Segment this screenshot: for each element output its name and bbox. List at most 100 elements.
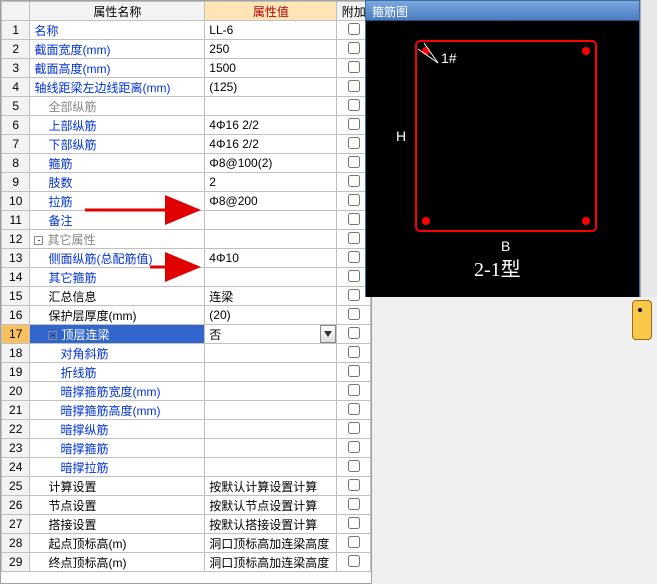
- table-row[interactable]: 7下部纵筋4Φ16 2/2: [2, 135, 371, 154]
- property-name-cell[interactable]: 截面宽度(mm): [30, 40, 205, 59]
- attach-checkbox[interactable]: [348, 555, 360, 567]
- attach-checkbox[interactable]: [348, 384, 360, 396]
- property-value-cell[interactable]: Φ8@100(2): [205, 154, 337, 173]
- table-row[interactable]: 11备注: [2, 211, 371, 230]
- attach-checkbox[interactable]: [348, 194, 360, 206]
- table-row[interactable]: 6上部纵筋4Φ16 2/2: [2, 116, 371, 135]
- property-name-cell[interactable]: 暗撑箍筋: [30, 439, 205, 458]
- table-row[interactable]: 14其它箍筋: [2, 268, 371, 287]
- table-row[interactable]: 4轴线距梁左边线距离(mm)(125): [2, 78, 371, 97]
- table-row[interactable]: 24暗撑拉筋: [2, 458, 371, 477]
- table-row[interactable]: 18对角斜筋: [2, 344, 371, 363]
- property-name-cell[interactable]: 暗撑纵筋: [30, 420, 205, 439]
- property-name-cell[interactable]: 起点顶标高(m): [30, 534, 205, 553]
- property-value-cell[interactable]: 1500: [205, 59, 337, 78]
- property-name-cell[interactable]: 折线筋: [30, 363, 205, 382]
- property-name-cell[interactable]: 其它箍筋: [30, 268, 205, 287]
- attach-checkbox[interactable]: [348, 422, 360, 434]
- table-row[interactable]: 26节点设置按默认节点设置计算: [2, 496, 371, 515]
- attach-checkbox[interactable]: [348, 346, 360, 358]
- property-name-cell[interactable]: 全部纵筋: [30, 97, 205, 116]
- property-name-cell[interactable]: 侧面纵筋(总配筋值): [30, 249, 205, 268]
- table-row[interactable]: 25计算设置按默认计算设置计算: [2, 477, 371, 496]
- property-name-cell[interactable]: -顶层连梁: [30, 325, 205, 344]
- property-value-cell[interactable]: 否: [205, 325, 337, 344]
- table-row[interactable]: 29终点顶标高(m)洞口顶标高加连梁高度: [2, 553, 371, 572]
- property-name-cell[interactable]: 节点设置: [30, 496, 205, 515]
- tree-toggle-icon[interactable]: -: [34, 236, 43, 245]
- property-name-cell[interactable]: 备注: [30, 211, 205, 230]
- property-name-cell[interactable]: 拉筋: [30, 192, 205, 211]
- property-value-cell[interactable]: [205, 420, 337, 439]
- scrollbar-vertical[interactable]: [640, 0, 657, 297]
- table-row[interactable]: 21暗撑箍筋高度(mm): [2, 401, 371, 420]
- property-value-cell[interactable]: 连梁: [205, 287, 337, 306]
- table-row[interactable]: 28起点顶标高(m)洞口顶标高加连梁高度: [2, 534, 371, 553]
- property-value-cell[interactable]: Φ8@200: [205, 192, 337, 211]
- attach-checkbox[interactable]: [348, 270, 360, 282]
- property-value-cell[interactable]: (20): [205, 306, 337, 325]
- property-name-cell[interactable]: 对角斜筋: [30, 344, 205, 363]
- property-value-cell[interactable]: [205, 439, 337, 458]
- property-value-cell[interactable]: [205, 230, 337, 249]
- table-row[interactable]: 19折线筋: [2, 363, 371, 382]
- attach-checkbox[interactable]: [348, 175, 360, 187]
- attach-checkbox[interactable]: [348, 99, 360, 111]
- property-name-cell[interactable]: -其它属性: [30, 230, 205, 249]
- table-row[interactable]: 8箍筋Φ8@100(2): [2, 154, 371, 173]
- attach-checkbox[interactable]: [348, 156, 360, 168]
- property-name-cell[interactable]: 暗撑箍筋宽度(mm): [30, 382, 205, 401]
- property-name-cell[interactable]: 暗撑箍筋高度(mm): [30, 401, 205, 420]
- table-row[interactable]: 23暗撑箍筋: [2, 439, 371, 458]
- property-value-cell[interactable]: 250: [205, 40, 337, 59]
- attach-checkbox[interactable]: [348, 441, 360, 453]
- property-value-cell[interactable]: 4Φ16 2/2: [205, 135, 337, 154]
- attach-checkbox[interactable]: [348, 118, 360, 130]
- attach-checkbox[interactable]: [348, 365, 360, 377]
- property-value-cell[interactable]: 2: [205, 173, 337, 192]
- property-value-cell[interactable]: 按默认搭接设置计算: [205, 515, 337, 534]
- dropdown-button[interactable]: [320, 325, 336, 343]
- attach-checkbox[interactable]: [348, 308, 360, 320]
- attach-checkbox[interactable]: [348, 213, 360, 225]
- property-value-cell[interactable]: 按默认计算设置计算: [205, 477, 337, 496]
- table-row[interactable]: 12-其它属性: [2, 230, 371, 249]
- property-name-cell[interactable]: 箍筋: [30, 154, 205, 173]
- attach-checkbox[interactable]: [348, 23, 360, 35]
- attach-checkbox[interactable]: [348, 479, 360, 491]
- table-row[interactable]: 15汇总信息连梁: [2, 287, 371, 306]
- attach-checkbox[interactable]: [348, 232, 360, 244]
- property-value-cell[interactable]: [205, 363, 337, 382]
- table-row[interactable]: 17-顶层连梁否: [2, 325, 371, 344]
- table-row[interactable]: 5全部纵筋: [2, 97, 371, 116]
- table-row[interactable]: 16保护层厚度(mm)(20): [2, 306, 371, 325]
- property-value-cell[interactable]: [205, 344, 337, 363]
- table-row[interactable]: 13侧面纵筋(总配筋值)4Φ10: [2, 249, 371, 268]
- table-row[interactable]: 9肢数2: [2, 173, 371, 192]
- attach-checkbox[interactable]: [348, 498, 360, 510]
- property-value-cell[interactable]: 洞口顶标高加连梁高度: [205, 553, 337, 572]
- property-value-cell[interactable]: (125): [205, 78, 337, 97]
- property-value-cell[interactable]: [205, 401, 337, 420]
- attach-checkbox[interactable]: [348, 536, 360, 548]
- property-value-cell[interactable]: [205, 458, 337, 477]
- table-row[interactable]: 3截面高度(mm)1500: [2, 59, 371, 78]
- table-row[interactable]: 27搭接设置按默认搭接设置计算: [2, 515, 371, 534]
- table-row[interactable]: 10拉筋Φ8@200: [2, 192, 371, 211]
- attach-checkbox[interactable]: [348, 517, 360, 529]
- attach-checkbox[interactable]: [348, 251, 360, 263]
- table-row[interactable]: 2截面宽度(mm)250: [2, 40, 371, 59]
- property-name-cell[interactable]: 计算设置: [30, 477, 205, 496]
- property-name-cell[interactable]: 暗撑拉筋: [30, 458, 205, 477]
- property-value-cell[interactable]: [205, 211, 337, 230]
- table-row[interactable]: 1名称LL-6: [2, 21, 371, 40]
- property-value-cell[interactable]: [205, 268, 337, 287]
- tree-toggle-icon[interactable]: -: [48, 331, 57, 340]
- property-value-cell[interactable]: LL-6: [205, 21, 337, 40]
- property-name-cell[interactable]: 轴线距梁左边线距离(mm): [30, 78, 205, 97]
- attach-checkbox[interactable]: [348, 61, 360, 73]
- table-row[interactable]: 20暗撑箍筋宽度(mm): [2, 382, 371, 401]
- property-name-cell[interactable]: 保护层厚度(mm): [30, 306, 205, 325]
- table-row[interactable]: 22暗撑纵筋: [2, 420, 371, 439]
- property-value-cell[interactable]: 4Φ16 2/2: [205, 116, 337, 135]
